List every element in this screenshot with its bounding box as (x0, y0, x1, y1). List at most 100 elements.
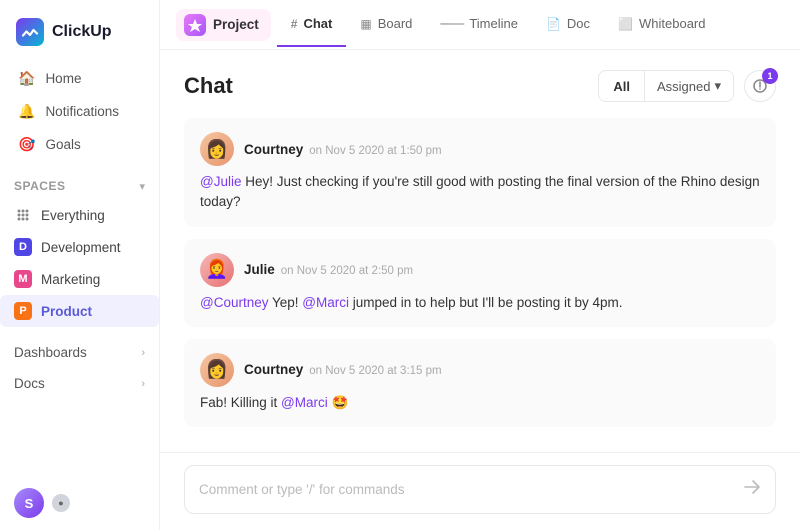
sidebar-spaces-list: Everything D Development M Marketing P P… (0, 199, 159, 327)
timeline-tab-label: Timeline (469, 16, 518, 31)
chat-tab-icon: # (291, 17, 298, 31)
sidebar-item-notifications-label: Notifications (45, 104, 119, 119)
sidebar-item-dashboards[interactable]: Dashboards › (0, 337, 159, 368)
filter-assigned-label: Assigned (657, 79, 710, 94)
message-3-text-1: Fab! Killing it (200, 395, 281, 410)
message-1-header: 👩 Courtney on Nov 5 2020 at 1:50 pm (200, 132, 760, 166)
courtney-avatar-1: 👩 (200, 132, 234, 166)
sidebar-item-home[interactable]: 🏠 Home (8, 62, 151, 95)
docs-chevron: › (141, 378, 145, 390)
message-3-body: Fab! Killing it @Marci 🤩 (200, 393, 760, 413)
message-1-text: Hey! Just checking if you're still good … (200, 174, 760, 209)
spaces-label: Spaces (14, 179, 65, 193)
board-tab-icon: ▦ (360, 17, 371, 31)
message-3-header: 👩 Courtney on Nov 5 2020 at 3:15 pm (200, 353, 760, 387)
tab-chat[interactable]: # Chat (277, 2, 347, 47)
messages-area: 👩 Courtney on Nov 5 2020 at 1:50 pm @Jul… (160, 118, 800, 452)
message-3: 👩 Courtney on Nov 5 2020 at 3:15 pm Fab!… (184, 339, 776, 427)
chat-tab-label: Chat (303, 16, 332, 31)
top-nav: Project # Chat ▦ Board –— Timeline 📄 Doc… (160, 0, 800, 50)
timeline-tab-icon: –— (440, 15, 463, 33)
sidebar-item-docs[interactable]: Docs › (0, 368, 159, 399)
logo-text: ClickUp (52, 23, 112, 41)
main-content: Project # Chat ▦ Board –— Timeline 📄 Doc… (160, 0, 800, 530)
message-2-text-2: jumped in to help but I'll be posting it… (353, 295, 623, 310)
mention-marci-3: @Marci (281, 395, 328, 410)
tab-doc[interactable]: 📄 Doc (532, 2, 604, 47)
send-icon[interactable] (741, 477, 761, 502)
dashboards-label: Dashboards (14, 345, 87, 360)
filter-chevron-icon: ▾ (714, 78, 721, 94)
clickup-logo-icon (16, 18, 44, 46)
tab-whiteboard[interactable]: ⬜ Whiteboard (604, 2, 719, 47)
message-1: 👩 Courtney on Nov 5 2020 at 1:50 pm @Jul… (184, 118, 776, 227)
board-tab-label: Board (378, 16, 413, 31)
marketing-label: Marketing (41, 272, 100, 287)
message-3-meta: Courtney on Nov 5 2020 at 3:15 pm (244, 362, 442, 377)
filter-group: All Assigned ▾ (598, 70, 734, 102)
marketing-icon: M (14, 270, 32, 288)
notification-count: 1 (762, 68, 778, 84)
sidebar-item-everything[interactable]: Everything (0, 199, 159, 231)
message-1-meta: Courtney on Nov 5 2020 at 1:50 pm (244, 142, 442, 157)
filter-assigned-button[interactable]: Assigned ▾ (645, 72, 733, 100)
sidebar-item-goals[interactable]: 🎯 Goals (8, 128, 151, 161)
mention-courtney-2: @Courtney (200, 295, 268, 310)
message-2-author: Julie (244, 262, 275, 277)
docs-label: Docs (14, 376, 45, 391)
home-icon: 🏠 (18, 70, 35, 87)
filter-all-button[interactable]: All (599, 73, 644, 100)
julie-avatar: 👩‍🦰 (200, 253, 234, 287)
message-2-time: on Nov 5 2020 at 2:50 pm (281, 265, 413, 277)
chat-title: Chat (184, 73, 233, 99)
development-label: Development (41, 240, 121, 255)
product-label: Product (41, 304, 92, 319)
sidebar-item-marketing[interactable]: M Marketing (0, 263, 159, 295)
chat-header: Chat All Assigned ▾ (160, 50, 800, 118)
sidebar-bottom: S ● (0, 476, 159, 530)
message-2-header: 👩‍🦰 Julie on Nov 5 2020 at 2:50 pm (200, 253, 760, 287)
dashboards-chevron: › (141, 347, 145, 359)
sidebar-item-development[interactable]: D Development (0, 231, 159, 263)
message-3-time: on Nov 5 2020 at 3:15 pm (309, 365, 441, 377)
message-2-text-1: Yep! (272, 295, 302, 310)
project-badge[interactable]: Project (176, 9, 271, 41)
notification-badge-wrap[interactable]: 1 (744, 70, 776, 102)
development-icon: D (14, 238, 32, 256)
message-3-emoji: 🤩 (332, 395, 349, 410)
sidebar-nav: 🏠 Home 🔔 Notifications 🎯 Goals (0, 58, 159, 165)
everything-icon (14, 206, 32, 224)
message-1-author: Courtney (244, 142, 303, 157)
logo-area: ClickUp (0, 0, 159, 58)
doc-tab-label: Doc (567, 16, 590, 31)
sidebar-item-product[interactable]: P Product (0, 295, 159, 327)
tab-timeline[interactable]: –— Timeline (426, 1, 532, 49)
message-2-meta: Julie on Nov 5 2020 at 2:50 pm (244, 262, 413, 277)
message-2-body: @Courtney Yep! @Marci jumped in to help … (200, 293, 760, 313)
whiteboard-tab-icon: ⬜ (618, 17, 633, 31)
message-3-author: Courtney (244, 362, 303, 377)
whiteboard-tab-label: Whiteboard (639, 16, 705, 31)
mention-julie-1: @Julie (200, 174, 241, 189)
chat-header-right: All Assigned ▾ 1 (598, 70, 776, 102)
doc-tab-icon: 📄 (546, 17, 561, 31)
tab-board[interactable]: ▦ Board (346, 2, 426, 47)
collapse-icon[interactable]: ▾ (139, 180, 145, 193)
sidebar-item-goals-label: Goals (45, 137, 80, 152)
chat-container: Chat All Assigned ▾ (160, 50, 800, 530)
sidebar-item-notifications[interactable]: 🔔 Notifications (8, 95, 151, 128)
spaces-section-header: Spaces ▾ (0, 165, 159, 199)
sidebar: ClickUp 🏠 Home 🔔 Notifications 🎯 Goals S… (0, 0, 160, 530)
product-icon: P (14, 302, 32, 320)
project-label: Project (213, 17, 259, 32)
comment-input-wrap[interactable]: Comment or type '/' for commands (184, 465, 776, 514)
user-avatar[interactable]: S (14, 488, 44, 518)
message-1-time: on Nov 5 2020 at 1:50 pm (309, 145, 441, 157)
comment-bar: Comment or type '/' for commands (160, 452, 800, 530)
comment-placeholder: Comment or type '/' for commands (199, 482, 404, 497)
courtney-avatar-2: 👩 (200, 353, 234, 387)
bell-icon: 🔔 (18, 103, 35, 120)
mention-marci-2: @Marci (302, 295, 349, 310)
project-icon (184, 14, 206, 36)
goals-icon: 🎯 (18, 136, 35, 153)
